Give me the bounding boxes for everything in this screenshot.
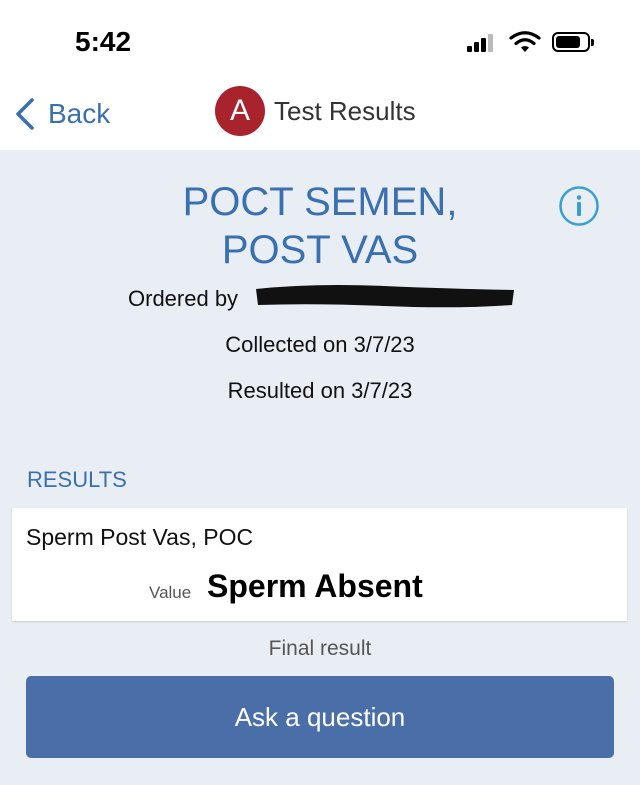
- status-bar: 5:42: [0, 0, 640, 80]
- result-value: Sperm Absent: [207, 568, 423, 604]
- test-title-line1: POCT SEMEN,: [182, 180, 458, 224]
- status-time: 5:42: [75, 26, 132, 57]
- result-status: Final result: [268, 637, 372, 660]
- avatar: A: [215, 86, 265, 136]
- back-button[interactable]: Back: [14, 96, 110, 132]
- nav-header: A Test Results: [215, 86, 416, 136]
- ask-question-button[interactable]: Ask a question: [26, 676, 614, 758]
- signal-icon: [467, 34, 495, 52]
- page-title: Test Results: [274, 95, 416, 126]
- chevron-left-icon: [16, 98, 34, 130]
- result-card: Sperm Post Vas, POC Value Sperm Absent: [12, 508, 627, 621]
- collected-date: Collected on 3/7/23: [225, 332, 415, 357]
- test-title-line2: POST VAS: [221, 228, 419, 272]
- back-label: Back: [48, 98, 111, 129]
- ordered-by-label: Ordered by: [128, 286, 239, 311]
- results-section-label: RESULTS: [27, 467, 127, 492]
- nav-bar: Back A Test Results: [0, 80, 640, 150]
- battery-icon: [552, 32, 594, 52]
- info-icon[interactable]: [558, 185, 600, 227]
- wifi-icon: [509, 31, 541, 52]
- test-title: POCT SEMEN, POST VAS: [120, 178, 520, 274]
- resulted-date: Resulted on 3/7/23: [227, 378, 413, 403]
- component-name: Sperm Post Vas, POC: [26, 524, 254, 550]
- value-label: Value: [149, 583, 192, 602]
- redaction-mark: [256, 285, 514, 308]
